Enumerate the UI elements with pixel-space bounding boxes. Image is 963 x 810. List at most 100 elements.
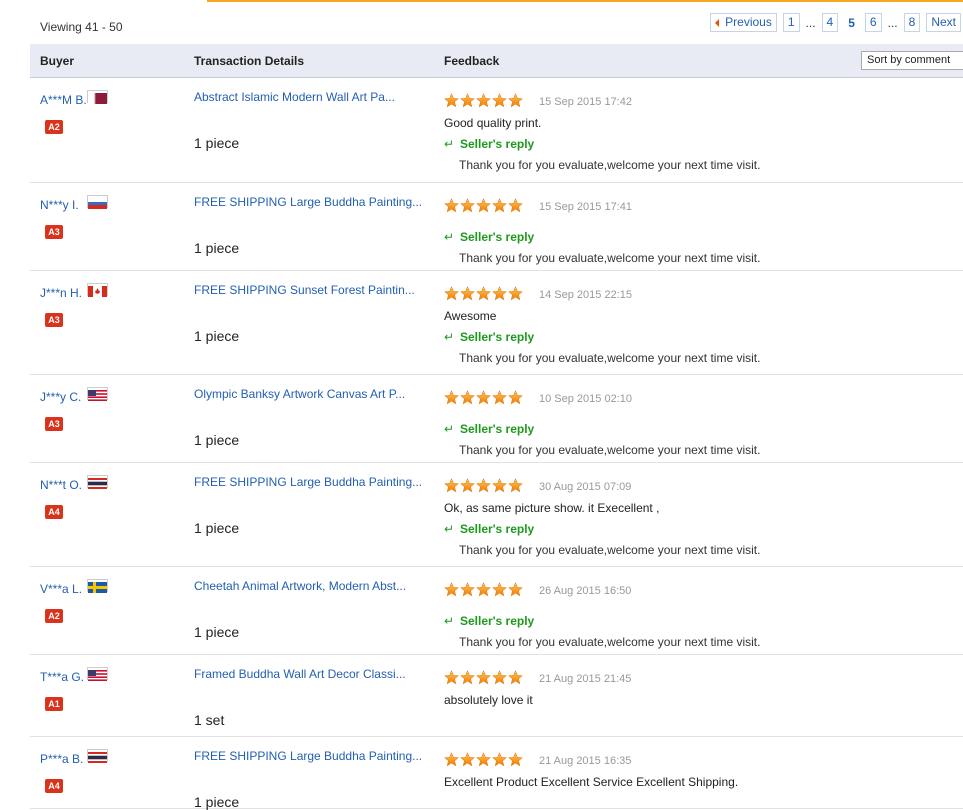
buyer-name[interactable]: A***M B. (40, 93, 87, 107)
star-icon (492, 93, 507, 108)
star-icon (476, 93, 491, 108)
star-icon (492, 670, 507, 685)
feedback-row: A***M B. A2 Abstract Islamic Modern Wall A… (30, 78, 963, 183)
product-link[interactable]: FREE SHIPPING Sunset Forest Paintin... (194, 283, 415, 297)
table-header: Buyer Transaction Details Feedback Sort … (30, 44, 963, 78)
star-rating (444, 286, 523, 301)
feedback-date: 30 Aug 2015 07:09 (539, 481, 632, 493)
quantity: 1 piece (194, 520, 240, 536)
reply-arrow-icon: ↵ (444, 330, 455, 344)
product-link[interactable]: Abstract Islamic Modern Wall Art Pa... (194, 90, 395, 104)
buyer-name[interactable]: V***a L. (40, 582, 82, 596)
star-icon (508, 390, 523, 405)
product-link[interactable]: FREE SHIPPING Large Buddha Painting... (194, 749, 422, 763)
page-link-8[interactable]: 8 (903, 13, 921, 32)
feedback-comment: Awesome (444, 309, 497, 323)
star-rating (444, 198, 523, 213)
page-link-4[interactable]: 4 (821, 13, 839, 32)
sort-select[interactable]: Sort by comment (861, 51, 963, 70)
star-icon (444, 582, 459, 597)
seller-reply-label: Seller's reply (460, 614, 535, 628)
seller-reply-label: Seller's reply (460, 230, 535, 244)
star-icon (508, 198, 523, 213)
feedback-comment: Ok, as same picture show. it Execellent … (444, 501, 660, 515)
star-icon (476, 478, 491, 493)
product-link[interactable]: FREE SHIPPING Large Buddha Painting... (194, 475, 422, 489)
star-icon (492, 752, 507, 767)
top-accent-line (207, 0, 963, 2)
star-icon (444, 198, 459, 213)
feedback-date: 21 Aug 2015 16:35 (539, 755, 632, 767)
buyer-name[interactable]: N***t O. (40, 478, 82, 492)
star-icon (492, 582, 507, 597)
product-link[interactable]: FREE SHIPPING Large Buddha Painting... (194, 195, 422, 209)
feedback-row: N***t O. A4 FREE SHIPPING Large Buddha Pai… (30, 463, 963, 567)
seller-reply-label: Seller's reply (460, 522, 535, 536)
star-rating (444, 670, 523, 685)
country-flag-icon (87, 475, 108, 489)
buyer-name[interactable]: J***y C. (40, 390, 81, 404)
star-icon (460, 198, 475, 213)
star-icon (444, 93, 459, 108)
star-icon (508, 582, 523, 597)
seller-reply-text: Thank you for you evaluate,welcome your … (459, 351, 761, 365)
header-feedback: Feedback (444, 54, 500, 68)
reply-arrow-icon: ↵ (444, 614, 455, 628)
seller-reply-heading: ↵ Seller's reply (444, 137, 534, 151)
next-button[interactable]: Next (926, 13, 961, 32)
previous-button[interactable]: Previous (710, 13, 777, 32)
header-transaction-details: Transaction Details (194, 54, 305, 68)
country-flag-icon (87, 667, 108, 681)
seller-reply-text: Thank you for you evaluate,welcome your … (459, 543, 761, 557)
quantity: 1 piece (194, 328, 240, 344)
previous-label: Previous (725, 15, 772, 29)
star-icon (460, 582, 475, 597)
country-flag-icon (87, 749, 108, 763)
seller-reply-heading: ↵ Seller's reply (444, 522, 534, 536)
current-page: 5 (848, 15, 855, 30)
star-icon (444, 752, 459, 767)
feedback-date: 14 Sep 2015 22:15 (539, 289, 632, 301)
seller-reply-label: Seller's reply (460, 422, 535, 436)
seller-reply-text: Thank you for you evaluate,welcome your … (459, 158, 761, 172)
buyer-name[interactable]: N***y I. (40, 198, 79, 212)
feedback-comment: absolutely love it (444, 693, 533, 707)
feedback-row: P***a B. A4 FREE SHIPPING Large Buddha Pai… (30, 737, 963, 810)
star-icon (476, 752, 491, 767)
star-icon (476, 390, 491, 405)
feedback-row: J***y C. A3 Olympic Banksy Artwork Canvas … (30, 375, 963, 463)
feedback-row: J***n H. A3 FREE SHIPPING Sunset Forest Pa… (30, 271, 963, 375)
feedback-date: 21 Aug 2015 21:45 (539, 673, 632, 685)
quantity: 1 set (194, 712, 225, 728)
star-icon (492, 286, 507, 301)
page-link-1[interactable]: 1 (782, 13, 800, 32)
buyer-level-badge: A3 (45, 225, 63, 239)
buyer-level-badge: A2 (45, 609, 63, 623)
buyer-name[interactable]: T***a G. (40, 670, 84, 684)
product-link[interactable]: Cheetah Animal Artwork, Modern Abst... (194, 579, 406, 593)
feedback-date: 15 Sep 2015 17:41 (539, 201, 632, 213)
product-link[interactable]: Olympic Banksy Artwork Canvas Art P... (194, 387, 405, 401)
buyer-level-badge: A3 (45, 417, 63, 431)
star-rating (444, 390, 523, 405)
buyer-name[interactable]: J***n H. (40, 286, 82, 300)
feedback-row: V***a L. A2 Cheetah Animal Artwork, Modern… (30, 567, 963, 655)
star-icon (460, 670, 475, 685)
seller-reply-text: Thank you for you evaluate,welcome your … (459, 635, 761, 649)
buyer-level-badge: A1 (45, 697, 63, 711)
star-rating (444, 93, 523, 108)
star-icon (492, 198, 507, 213)
star-icon (444, 670, 459, 685)
star-icon (476, 582, 491, 597)
star-rating (444, 582, 523, 597)
country-flag-icon (87, 283, 108, 297)
product-link[interactable]: Framed Buddha Wall Art Decor Classi... (194, 667, 406, 681)
page-link-6[interactable]: 6 (864, 13, 882, 32)
star-icon (476, 286, 491, 301)
buyer-level-badge: A4 (45, 505, 63, 519)
star-icon (508, 670, 523, 685)
feedback-date: 26 Aug 2015 16:50 (539, 585, 632, 597)
buyer-name[interactable]: P***a B. (40, 752, 83, 766)
header-buyer: Buyer (40, 54, 75, 68)
star-icon (444, 286, 459, 301)
